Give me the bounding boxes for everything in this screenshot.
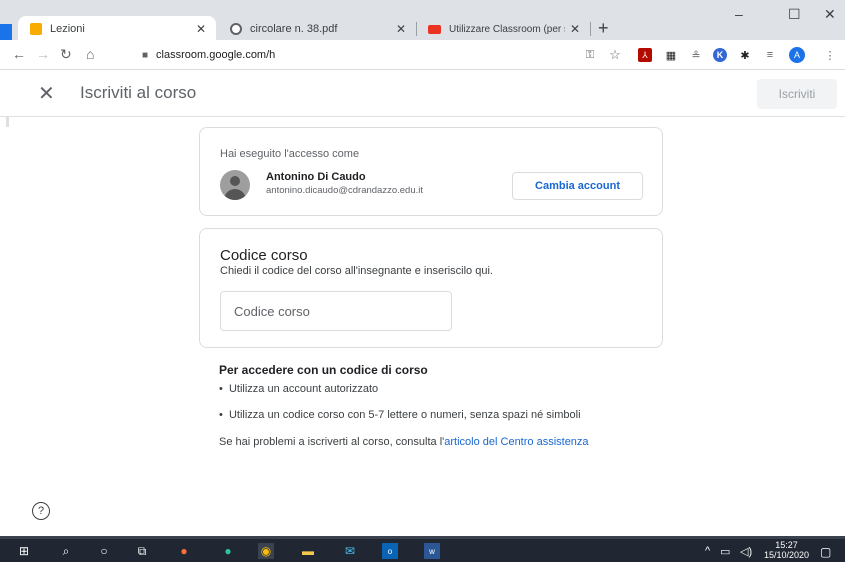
avatar-body [224,189,246,200]
globe-icon [230,23,242,35]
url-text: classroom.google.com/h [156,49,276,61]
tab-separator [416,22,417,36]
windows-start-icon[interactable]: ⊞ [16,543,32,559]
browser-tab-bar: Lezioni ✕ circolare n. 38.pdf ✕ Utilizza… [0,0,845,42]
clock-date: 15/10/2020 [764,550,810,560]
tab-lezioni[interactable]: Lezioni ✕ [18,16,216,42]
help-center-link[interactable]: articolo del Centro assistenza [444,436,588,448]
tab-close-icon[interactable]: ✕ [570,22,580,36]
class-code-card: Codice corso Chiedi il codice del corso … [199,228,663,348]
class-code-input[interactable]: Codice corso [220,291,452,331]
tab-title: Lezioni [50,23,85,35]
clock-time: 15:27 [775,540,798,550]
notifications-icon[interactable]: ▢ [820,545,831,559]
new-tab-icon[interactable]: + [598,18,609,39]
person-icon[interactable]: ≗ [689,48,703,62]
acrobat-icon[interactable]: ⅄ [638,48,652,62]
class-code-heading: Codice corso [220,247,308,264]
youtube-icon [428,24,441,34]
account-name: Antonino Di Caudo [266,171,366,183]
grid-icon[interactable]: ▦ [664,48,678,62]
switch-account-button[interactable]: Cambia account [512,172,643,200]
key-icon[interactable]: ⚿ [583,48,597,62]
join-button[interactable]: Iscriviti [757,79,837,109]
taskbar-edge [0,536,845,539]
avatar [220,170,250,200]
class-code-subtitle: Chiedi il codice del corso all'insegnant… [220,265,493,277]
lock-icon: ■ [142,49,149,61]
help-prefix: Se hai problemi a iscriverti al corso, c… [219,436,445,448]
minimize-icon[interactable]: – [735,6,743,22]
maximize-icon[interactable]: ☐ [788,6,801,23]
account-email: antonino.dicaudo@cdrandazzo.edu.it [266,185,424,196]
tab-utilizzare-classroom[interactable]: Utilizzare Classroom (per student ✕ [420,16,591,42]
home-icon[interactable]: ⌂ [86,46,94,62]
page-header: ✕ Iscriviti al corso Iscriviti [0,71,845,117]
window-edge [0,24,12,40]
close-window-icon[interactable]: ✕ [824,6,836,23]
tab-separator [590,22,591,36]
account-card: Hai eseguito l'accesso come Antonino Di … [199,127,663,216]
avatar-head [230,176,240,186]
cortana-icon[interactable]: ○ [96,543,112,559]
scroll-marker [6,117,9,127]
chrome-icon[interactable]: ◉ [258,543,274,559]
tab-circolare[interactable]: circolare n. 38.pdf ✕ [220,16,417,42]
tab-close-icon[interactable]: ✕ [396,22,406,36]
menu-icon[interactable]: ⋮ [823,48,837,62]
puzzle-icon[interactable]: ✱ [738,48,752,62]
list-item: • Utilizza un codice corso con 5-7 lette… [219,409,581,421]
address-bar[interactable]: ■ classroom.google.com/h [142,44,622,66]
instructions-heading: Per accedere con un codice di corso [219,363,428,377]
search-icon[interactable]: ⌕ [58,543,74,559]
forward-icon[interactable]: → [36,46,50,62]
tray-chevron-icon[interactable]: ^ [705,545,710,557]
outlook-icon[interactable]: o [382,543,398,559]
windows-taskbar: ⊞ ⌕ ○ ⧉ ● ● ◉ ▬ ✉ o w ^ ▭ ◁) 15:27 15/10… [0,536,845,562]
tab-title: Utilizzare Classroom (per student [449,23,565,35]
volume-icon[interactable]: ◁) [740,545,752,558]
clock[interactable]: 15:27 15/10/2020 [764,540,809,560]
tab-title: circolare n. 38.pdf [250,23,338,35]
tab-close-icon[interactable]: ✕ [196,22,206,36]
k-extension-icon[interactable]: K [713,48,727,62]
help-text: Se hai problemi a iscriverti al corso, c… [219,436,589,448]
firefox-icon[interactable]: ● [176,543,192,559]
help-icon[interactable]: ? [32,502,50,520]
star-icon[interactable]: ☆ [608,47,622,62]
mail-icon[interactable]: ✉ [342,543,358,559]
signed-in-label: Hai eseguito l'accesso come [220,148,360,160]
page-title: Iscriviti al corso [80,83,197,102]
file-explorer-icon[interactable]: ▬ [300,543,316,559]
classroom-favicon-icon [30,23,42,35]
instructions: Per accedere con un codice di corso • Ut… [219,363,669,448]
browser-toolbar: ← → ↻ ⌂ ■ classroom.google.com/h ⚿ ☆ ⅄ ▦… [0,40,845,70]
edge-icon[interactable]: ● [220,543,236,559]
playlist-icon[interactable]: ≡ [763,48,777,62]
reload-icon[interactable]: ↻ [60,46,72,63]
list-item: • Utilizza un account autorizzato [219,383,379,395]
profile-avatar[interactable]: A [789,47,805,63]
list-item-text: Utilizza un account autorizzato [228,383,379,395]
network-icon[interactable]: ▭ [720,545,730,558]
list-item-text: Utilizza un codice corso con 5-7 lettere… [228,409,581,421]
close-icon[interactable]: ✕ [38,81,55,106]
word-icon[interactable]: w [424,543,440,559]
back-icon[interactable]: ← [12,46,26,62]
task-view-icon[interactable]: ⧉ [134,543,150,559]
